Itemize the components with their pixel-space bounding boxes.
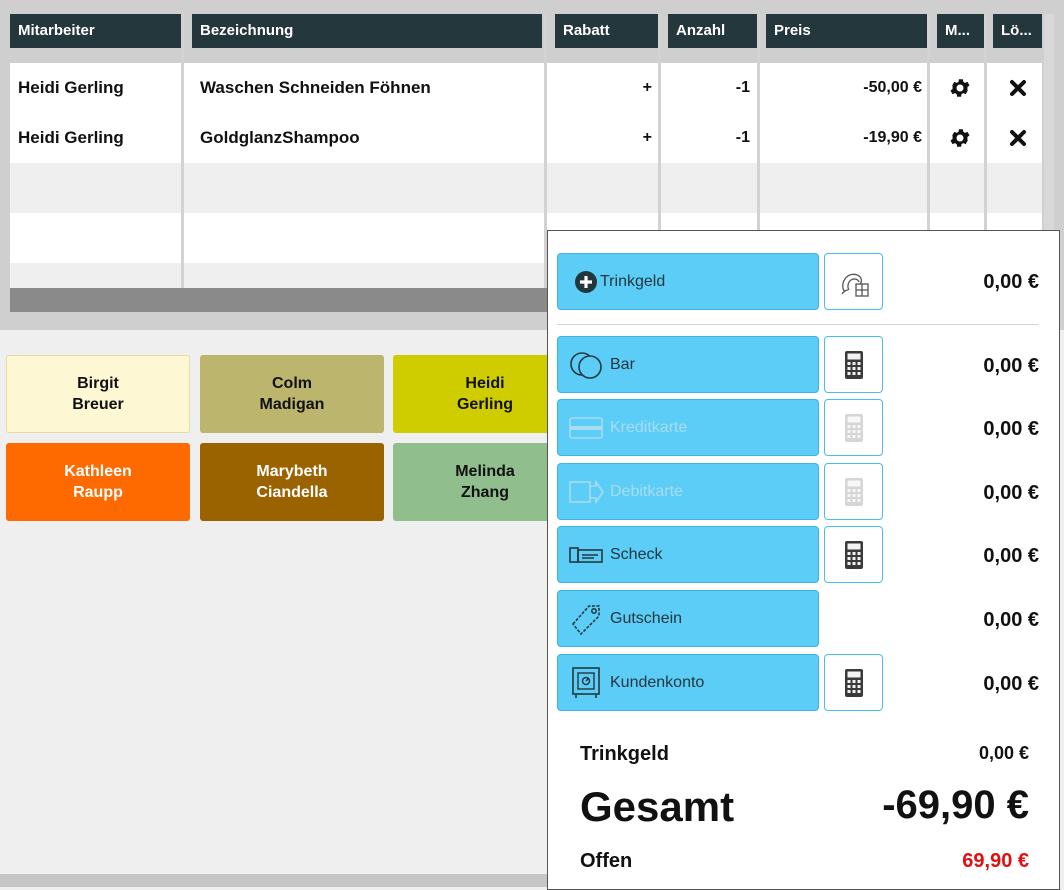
cheque-icon [568,537,604,573]
tip-person-icon [840,273,869,297]
payment-panel: Trinkgeld 0,00 € Bar 0,00 € Kreditkarte … [547,230,1060,890]
gear-icon[interactable] [948,126,972,150]
calculator-icon [844,540,863,569]
payment-kundenkonto-amount: 0,00 € [983,673,1039,695]
employee-button-birgit-breuer[interactable]: Birgit Breuer [6,355,190,433]
close-icon[interactable] [1006,76,1030,100]
tip-amount: 0,00 € [983,271,1039,293]
summary-offen-value: 69,90 € [962,850,1029,872]
bottom-bar [0,874,547,887]
header-mitarbeiter[interactable]: Mitarbeiter [10,14,184,48]
coins-icon [568,347,604,383]
employee-first-name: Heidi [465,375,505,392]
plus-circle-icon [568,264,604,300]
employee-first-name: Colm [271,375,312,392]
employee-first-name: Marybeth [256,463,328,480]
payment-gutschein-button[interactable]: Gutschein [557,590,819,647]
calculator-button-kreditkarte[interactable] [824,399,883,456]
cell-mitarbeiter: Heidi Gerling [18,78,124,97]
header-rabatt[interactable]: Rabatt [555,14,659,48]
summary-trinkgeld-label: Trinkgeld [580,743,669,765]
gear-icon[interactable] [948,76,972,100]
debit-card-icon [568,474,604,510]
table-row[interactable]: Heidi Gerling GoldglanzShampoo + -1 -19,… [10,113,1042,163]
payment-debitkarte-label: Debitkarte [610,482,683,500]
employee-last-name: Raupp [73,484,123,501]
divider [557,324,1039,325]
payment-kundenkonto-button[interactable]: Kundenkonto [557,654,819,711]
calculator-icon [844,668,863,697]
header-loeschen[interactable]: Lö... [993,14,1042,48]
payment-scheck-button[interactable]: Scheck [557,526,819,583]
employee-first-name: Melinda [455,463,515,480]
header-bezeichnung[interactable]: Bezeichnung [192,14,542,48]
cell-rabatt[interactable]: + [550,113,660,163]
payment-kreditkarte-amount: 0,00 € [983,418,1039,440]
employee-button-colm-madigan[interactable]: Colm Madigan [200,355,384,433]
calculator-icon [844,477,863,506]
employee-last-name: Ciandella [256,484,328,501]
summary-offen-label: Offen [580,850,633,872]
payment-bar-amount: 0,00 € [983,355,1039,377]
employee-last-name: Zhang [461,484,509,501]
cell-preis: -19,90 € [863,129,922,146]
employee-button-marybeth-ciandella[interactable]: Marybeth Ciandella [200,443,384,521]
cell-bezeichnung: GoldglanzShampoo [200,128,360,147]
payment-gutschein-label: Gutschein [610,609,683,627]
cell-rabatt[interactable]: + [550,63,660,113]
cell-anzahl[interactable]: -1 [662,63,758,113]
cell-mitarbeiter: Heidi Gerling [18,128,124,147]
calculator-icon [844,413,863,442]
header-m[interactable]: M... [937,14,985,48]
credit-card-icon [568,410,604,446]
payment-bar-label: Bar [610,355,635,373]
summary-gesamt-label: Gesamt [580,783,735,830]
employee-button-kathleen-raupp[interactable]: Kathleen Raupp [6,443,190,521]
header-anzahl[interactable]: Anzahl [668,14,758,48]
table-row-empty [10,163,1042,213]
header-preis[interactable]: Preis [766,14,928,48]
summary-gesamt-value: -69,90 € [882,783,1029,827]
employee-last-name: Madigan [259,396,325,413]
employee-first-name: Kathleen [64,463,132,480]
payment-bar-button[interactable]: Bar [557,336,819,393]
calculator-icon [844,350,863,379]
payment-debitkarte-button[interactable]: Debitkarte [557,463,819,520]
employee-first-name: Birgit [77,375,119,392]
voucher-tag-icon [568,601,604,637]
tip-button-label: Trinkgeld [600,272,666,290]
safe-icon [568,665,604,701]
employee-last-name: Gerling [456,396,513,413]
close-icon[interactable] [1006,126,1030,150]
tip-calc-button[interactable] [824,253,883,310]
calculator-button-debitkarte[interactable] [824,463,883,520]
cell-bezeichnung: Waschen Schneiden Föhnen [200,78,431,97]
employee-last-name: Breuer [72,396,124,413]
column-separator [181,14,184,288]
tip-button[interactable]: Trinkgeld [557,253,819,310]
cell-preis: -50,00 € [863,79,922,96]
calculator-button-scheck[interactable] [824,526,883,583]
payment-scheck-label: Scheck [610,545,663,563]
cell-anzahl[interactable]: -1 [662,113,758,163]
payment-kreditkarte-label: Kreditkarte [610,418,688,436]
calculator-button-kundenkonto[interactable] [824,654,883,711]
payment-scheck-amount: 0,00 € [983,545,1039,567]
calculator-button-bar[interactable] [824,336,883,393]
payment-kundenkonto-label: Kundenkonto [610,673,705,691]
payment-debitkarte-amount: 0,00 € [983,482,1039,504]
table-row[interactable]: Heidi Gerling Waschen Schneiden Föhnen +… [10,63,1042,113]
summary-trinkgeld-value: 0,00 € [978,743,1029,763]
payment-kreditkarte-button[interactable]: Kreditkarte [557,399,819,456]
payment-gutschein-amount: 0,00 € [983,609,1039,631]
